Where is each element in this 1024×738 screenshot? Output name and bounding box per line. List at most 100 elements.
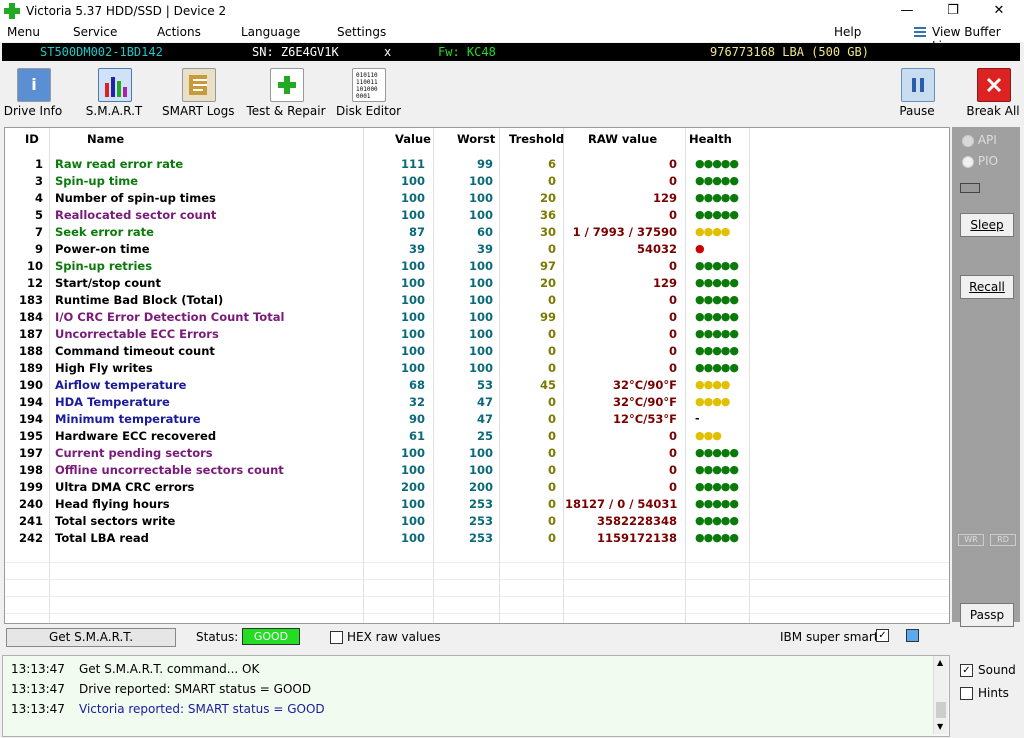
log-time: 13:13:47 <box>11 662 65 676</box>
test-repair-button[interactable]: Test & Repair <box>246 64 326 120</box>
pio-label: PIO <box>977 154 999 168</box>
break-all-button[interactable]: Break All <box>966 64 1020 120</box>
close-button[interactable]: ✕ <box>976 0 1022 22</box>
table-row[interactable]: 4 Number of spin-up times 100 100 20 129 ●●●●● <box>5 189 949 206</box>
scroll-up-arrow[interactable]: ▲ <box>937 658 943 667</box>
table-row[interactable]: 5 Reallocated sector count 100 100 36 0 ●●●●● <box>5 206 949 223</box>
table-row[interactable]: 3 Spin-up time 100 100 0 0 ●●●●● <box>5 172 949 189</box>
row-threshold: 0 <box>547 327 556 341</box>
row-raw-value: 3582228348 <box>596 514 677 528</box>
row-value: 100 <box>400 514 425 528</box>
hex-raw-checkbox[interactable] <box>330 630 343 644</box>
row-id: 187 <box>18 327 43 341</box>
table-row[interactable]: 199 Ultra DMA CRC errors 200 200 0 0 ●●●●● <box>5 478 949 495</box>
window-title: Victoria 5.37 HDD/SSD | Device 2 <box>26 4 227 18</box>
col-header-health[interactable]: Health <box>689 132 732 146</box>
table-row[interactable]: 12 Start/stop count 100 100 20 129 ●●●●● <box>5 274 949 291</box>
table-row[interactable]: 190 Airflow temperature 68 53 45 32°C/90°F ●●●… <box>5 376 949 393</box>
table-row[interactable]: 189 High Fly writes 100 100 0 0 ●●●●● <box>5 359 949 376</box>
col-header-raw[interactable]: RAW value <box>588 132 657 146</box>
pause-button[interactable]: Pause <box>892 64 942 120</box>
col-header-worst[interactable]: Worst <box>457 132 495 146</box>
table-row[interactable]: 7 Seek error rate 87 60 30 1 / 7993 / 37590 ●●… <box>5 223 949 240</box>
view-buffer-icon <box>914 27 926 38</box>
menu-item-language[interactable]: Language <box>241 25 300 39</box>
table-row[interactable]: 187 Uncorrectable ECC Errors 100 100 0 0 ●●●●● <box>5 325 949 342</box>
table-row[interactable]: 195 Hardware ECC recovered 61 25 0 0 ●●● <box>5 427 949 444</box>
table-row[interactable]: 197 Current pending sectors 100 100 0 0 ●●●●● <box>5 444 949 461</box>
disk-editor-icon: 010110 110011 101000 0001 <box>352 68 386 102</box>
table-row[interactable]: 184 I/O CRC Error Detection Count Total 10… <box>5 308 949 325</box>
row-id: 199 <box>18 480 43 494</box>
row-id: 12 <box>26 276 43 290</box>
row-threshold: 20 <box>539 191 556 205</box>
drive-info-bar: ST500DM002-1BD142 SN: Z6E4GV1K x Fw: KC4… <box>2 43 1020 61</box>
row-health: ●●● <box>695 429 722 442</box>
row-raw-value: 0 <box>668 446 677 460</box>
drive-info-button[interactable]: i Drive Info <box>2 64 64 120</box>
minimize-button[interactable]: — <box>884 0 930 22</box>
table-row[interactable]: 10 Spin-up retries 100 100 97 0 ●●●●● <box>5 257 949 274</box>
smart-chart-icon <box>98 68 132 102</box>
row-threshold: 0 <box>547 463 556 477</box>
passp-button[interactable]: Passp <box>960 603 1014 627</box>
row-id: 5 <box>34 208 43 222</box>
status-bar: Get S.M.A.R.T. Status: GOOD HEX raw valu… <box>0 624 950 650</box>
col-header-value[interactable]: Value <box>395 132 431 146</box>
right-panel: API PIO Sleep Recall WR RD Passp <box>952 127 1020 627</box>
row-id: 188 <box>18 344 43 358</box>
row-threshold: 0 <box>547 429 556 443</box>
maximize-button[interactable]: ❐ <box>930 0 976 22</box>
recall-button[interactable]: Recall <box>960 275 1014 299</box>
sleep-button[interactable]: Sleep <box>960 213 1014 237</box>
row-worst: 100 <box>468 463 493 477</box>
menu-item-service[interactable]: Service <box>73 25 117 39</box>
table-row[interactable]: 183 Runtime Bad Block (Total) 100 100 0 0 ●●●●… <box>5 291 949 308</box>
menu-item-menu[interactable]: Menu <box>7 25 40 39</box>
table-row[interactable]: 188 Command timeout count 100 100 0 0 ●●●●● <box>5 342 949 359</box>
color-indicator[interactable] <box>906 629 919 642</box>
table-row[interactable]: 194 Minimum temperature 90 47 0 12°C/53°F - <box>5 410 949 427</box>
row-id: 240 <box>18 497 43 511</box>
row-raw-value: 0 <box>668 429 677 443</box>
row-worst: 100 <box>468 327 493 341</box>
table-row[interactable]: 9 Power-on time 39 39 0 54032 ● <box>5 240 949 257</box>
row-value: 100 <box>400 327 425 341</box>
menu-item-settings[interactable]: Settings <box>337 25 386 39</box>
row-worst: 200 <box>468 480 493 494</box>
row-raw-value: 129 <box>652 276 677 290</box>
smart-button[interactable]: S.M.A.R.T <box>82 64 146 120</box>
col-header-id[interactable]: ID <box>25 132 39 146</box>
disk-editor-button[interactable]: 010110 110011 101000 0001 Disk Editor <box>336 64 401 120</box>
table-row[interactable]: 241 Total sectors write 100 253 0 3582228348 ●… <box>5 512 949 529</box>
table-row[interactable]: 194 HDA Temperature 32 47 0 32°C/90°F ●●●● <box>5 393 949 410</box>
row-health: ●●●●● <box>695 293 739 306</box>
log-scrollbar[interactable]: ▲ ▼ <box>933 656 948 734</box>
api-radio[interactable]: API <box>962 133 997 147</box>
row-value: 100 <box>400 174 425 188</box>
col-header-name[interactable]: Name <box>87 132 124 146</box>
drive-x-button[interactable]: x <box>384 45 391 59</box>
menu-item-help[interactable]: Help <box>834 25 861 39</box>
row-name: Seek error rate <box>55 225 154 239</box>
scroll-down-arrow[interactable]: ▼ <box>937 722 943 731</box>
table-row[interactable]: 1 Raw read error rate 111 99 6 0 ●●●●● <box>5 155 949 172</box>
row-raw-value: 1 / 7993 / 37590 <box>572 225 677 239</box>
table-row[interactable]: 198 Offline uncorrectable sectors count 10… <box>5 461 949 478</box>
drive-model[interactable]: ST500DM002-1BD142 <box>40 45 163 59</box>
hints-checkbox[interactable] <box>960 687 973 700</box>
log-panel: 13:13:47 Get S.M.A.R.T. command... OK 13:1… <box>2 655 950 737</box>
row-health: ●●●●● <box>695 463 739 476</box>
get-smart-button[interactable]: Get S.M.A.R.T. <box>6 628 176 647</box>
sound-checkbox[interactable]: ✓ <box>960 664 973 677</box>
pio-radio[interactable]: PIO <box>962 154 998 168</box>
table-row[interactable]: 240 Head flying hours 100 253 0 18127 / 0 / 5… <box>5 495 949 512</box>
table-row[interactable]: 242 Total LBA read 100 253 0 1159172138 ●●●●● <box>5 529 949 546</box>
row-id: 184 <box>18 310 43 324</box>
ibm-super-smart-checkbox[interactable]: ✓ <box>876 629 889 642</box>
menu-item-actions[interactable]: Actions <box>157 25 201 39</box>
col-header-threshold[interactable]: Treshold <box>509 132 564 146</box>
row-health: ●●●●● <box>695 259 739 272</box>
scroll-thumb[interactable] <box>936 702 946 718</box>
smart-logs-button[interactable]: SMART Logs <box>162 64 234 120</box>
